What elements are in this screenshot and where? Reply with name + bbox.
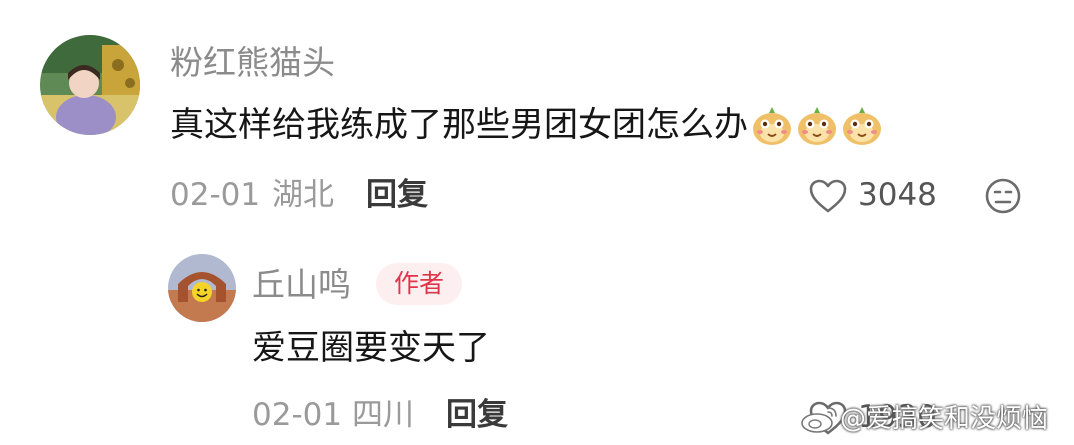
comment-reply-button[interactable]: 回复 <box>366 180 428 211</box>
reply-username[interactable]: 丘山鸣 <box>252 268 351 301</box>
heart-icon <box>808 178 848 218</box>
like-button[interactable]: 3048 <box>808 176 943 216</box>
dislike-face-icon[interactable] <box>984 177 1022 215</box>
monkey-face-emoji <box>796 104 838 146</box>
weibo-logo-icon <box>800 404 840 434</box>
reply-date: 02-01 <box>252 397 343 433</box>
reply-text: 爱豆圈要变天了 <box>252 328 490 368</box>
monkey-face-emoji <box>841 104 883 146</box>
watermark: @爱搞笑和没烦恼 <box>800 404 1048 434</box>
reply-reply-button[interactable]: 回复 <box>446 400 508 431</box>
reply-location: 四川 <box>352 397 414 433</box>
comment-username[interactable]: 粉红熊猫头 <box>170 46 335 79</box>
avatar[interactable] <box>40 35 140 135</box>
watermark-text: @爱搞笑和没烦恼 <box>840 404 1049 434</box>
author-badge: 作者 <box>376 263 463 305</box>
comment-location: 湖北 <box>272 177 334 213</box>
comment-text-content: 真这样给我练成了那些男团女团怎么办 <box>170 105 748 145</box>
like-count: 3048 <box>858 177 937 213</box>
comment-date: 02-01 <box>170 177 261 213</box>
comment-text: 真这样给我练成了那些男团女团怎么办 <box>170 103 883 147</box>
monkey-face-emoji <box>751 104 793 146</box>
reply-avatar[interactable] <box>168 254 236 322</box>
